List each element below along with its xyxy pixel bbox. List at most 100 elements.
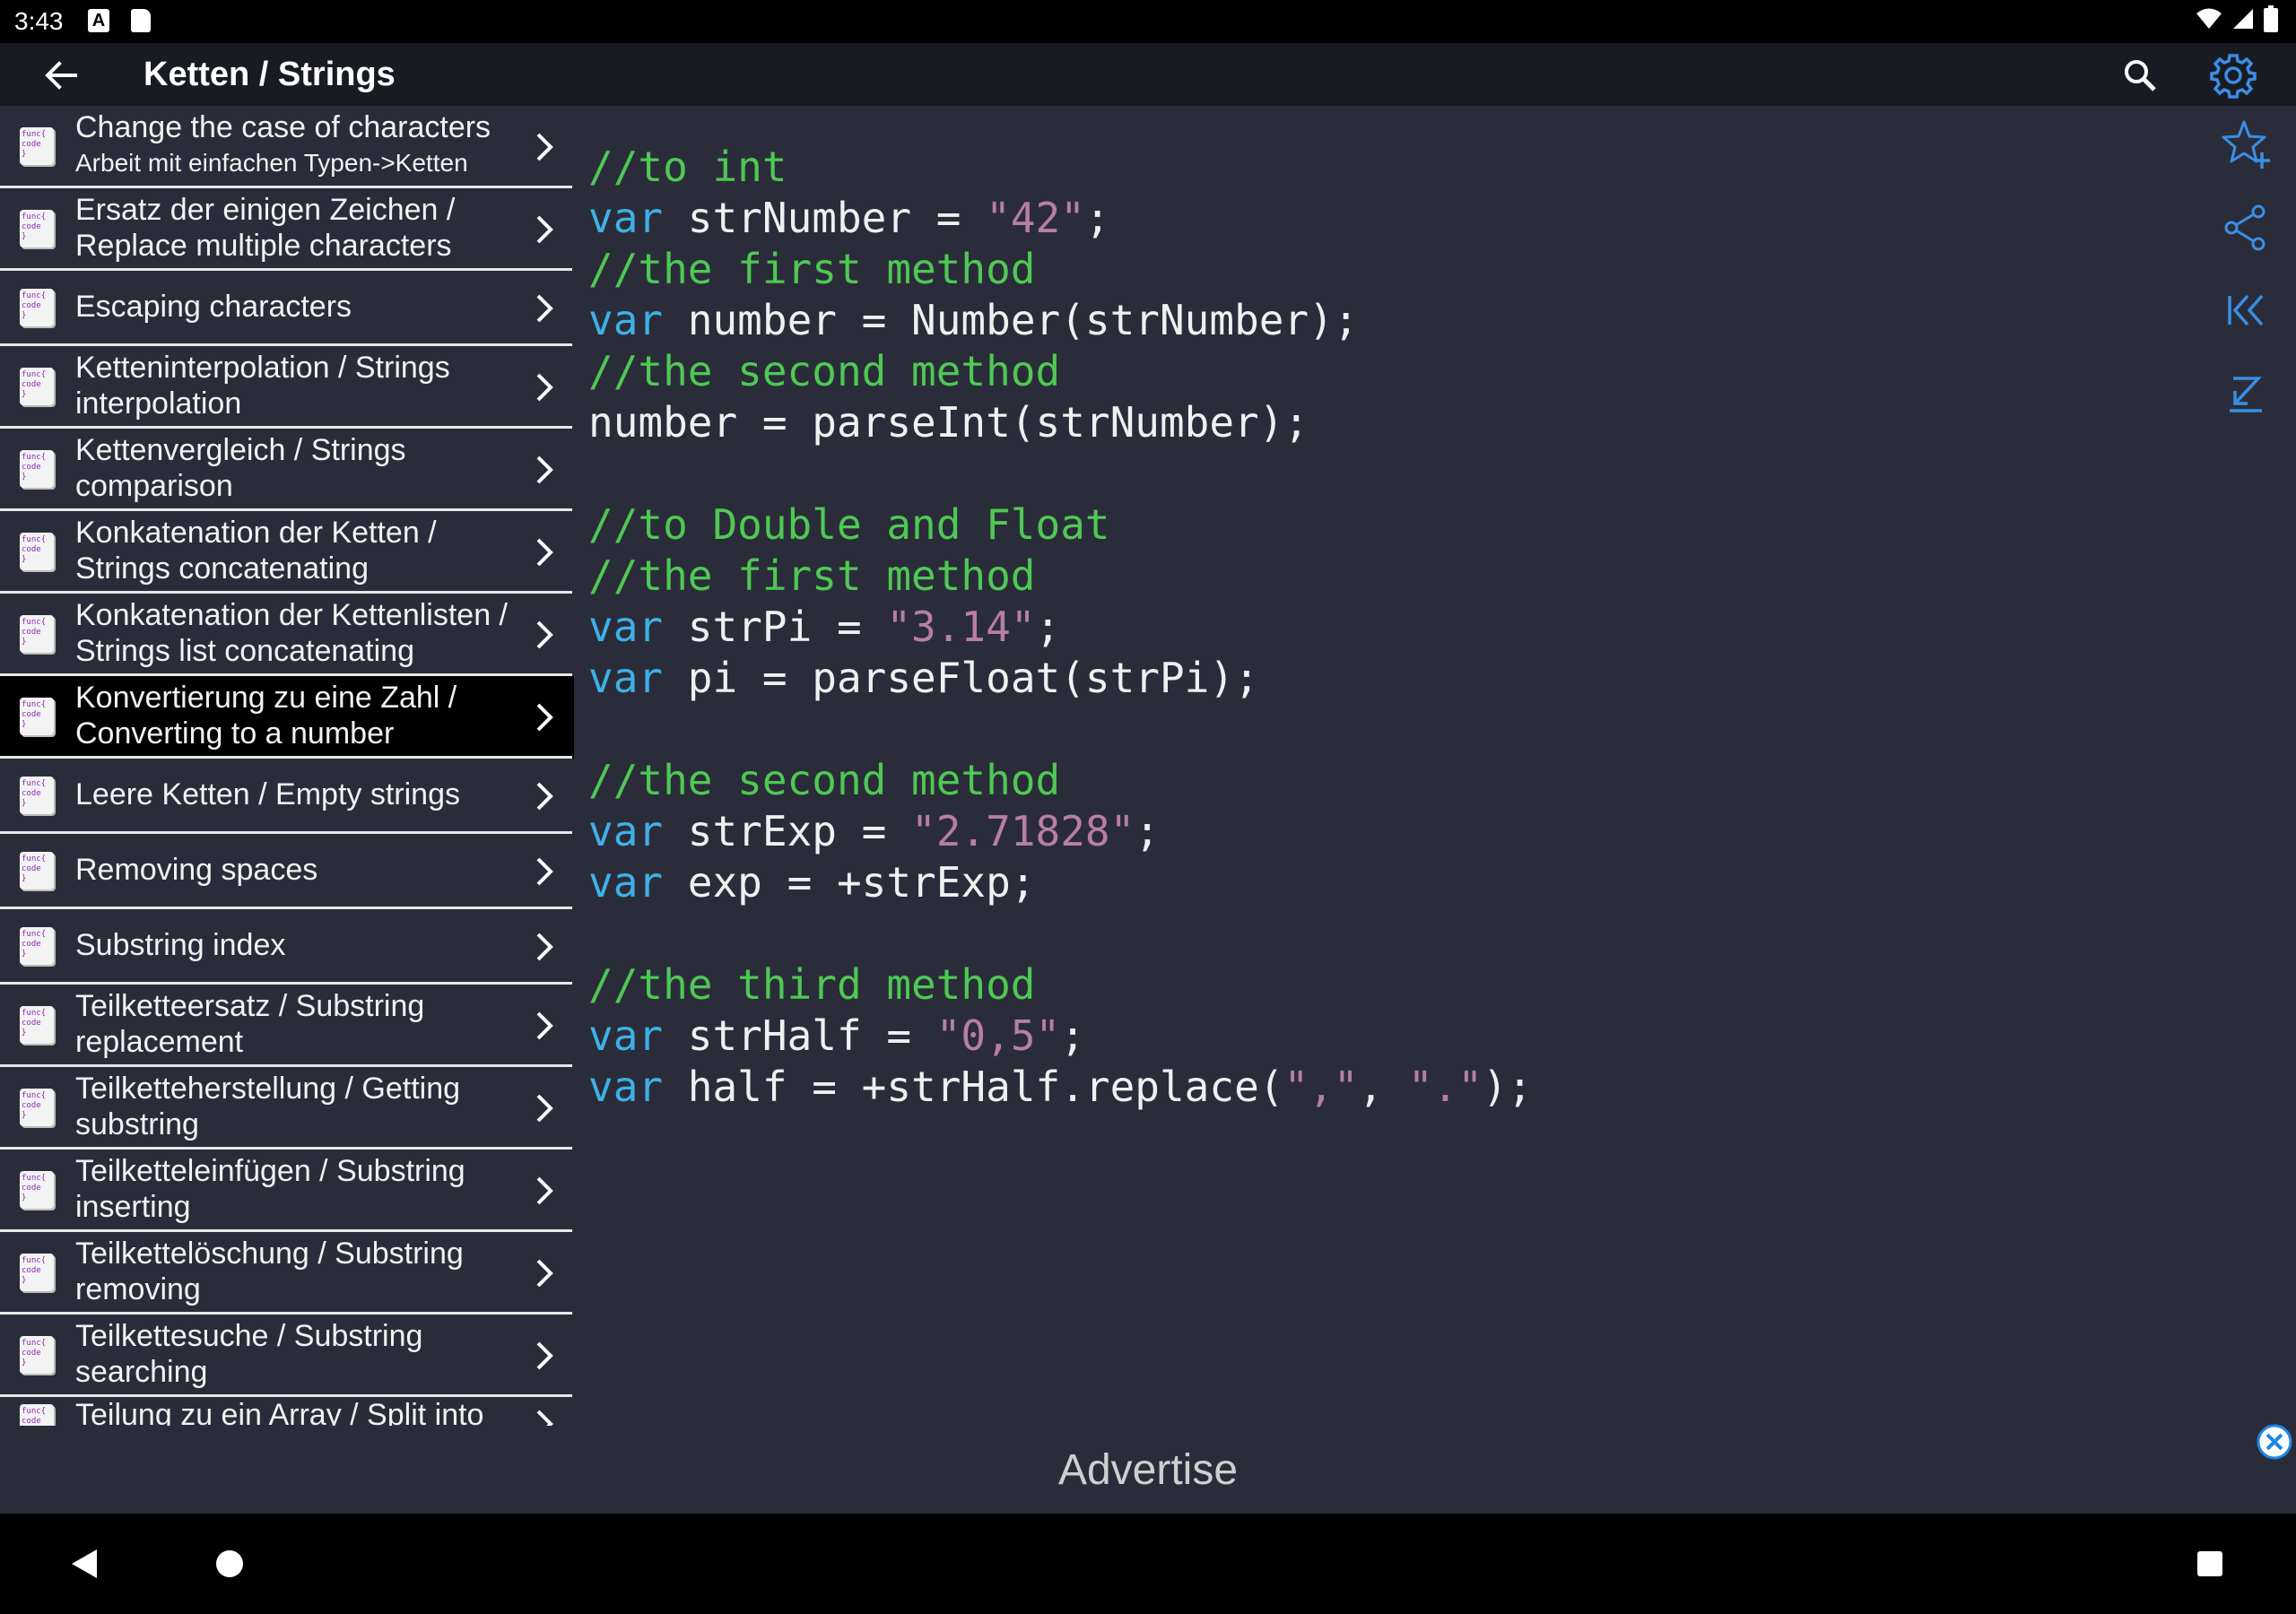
code-file-icon-text: func{: [22, 1407, 47, 1416]
share-icon[interactable]: [2217, 199, 2274, 256]
code-token: ".": [1407, 1063, 1483, 1111]
code-token: "0,5": [935, 1011, 1061, 1060]
code-token: ,: [1358, 1063, 1408, 1111]
code-token: "3.14": [886, 603, 1036, 651]
code-line: var half = +strHalf.replace(",", ".");: [588, 1062, 1532, 1113]
code-file-icon-text: code: [22, 222, 41, 231]
list-item[interactable]: func{code} Teilkettesuche / Substring sea…: [0, 1315, 574, 1397]
chevron-right-icon: [536, 857, 553, 886]
list-item[interactable]: func{code} Teilketteersatz / Substring re…: [0, 985, 574, 1067]
chevron-right-icon: [536, 133, 553, 161]
code-file-icon-text: code: [22, 545, 41, 554]
chevron-right-icon: [536, 933, 553, 961]
list-item-text: Leere Ketten / Empty strings: [75, 777, 520, 812]
a-icon: A: [88, 9, 109, 32]
list-item-text: Kettenvergleich / Strings comparison: [75, 432, 520, 504]
list-item[interactable]: func{code} Ketteninterpolation / Strings …: [0, 346, 574, 429]
list-item-title: Ersatz der einigen Zeichen / Replace mul…: [75, 193, 456, 263]
code-token: //to Double and Float: [588, 500, 1110, 549]
list-item-title: Teilketteersatz / Substring replacement: [75, 989, 425, 1059]
nav-home-icon[interactable]: [208, 1542, 251, 1585]
code-file-icon-text: code: [22, 1184, 41, 1193]
code-file-icon-text: func{: [22, 855, 47, 863]
list-item[interactable]: func{code} Konvertierung zu eine Zahl / C…: [0, 676, 574, 759]
code-token: strExp =: [663, 807, 912, 855]
gear-icon[interactable]: [2208, 50, 2258, 100]
code-file-icon-text: func{: [22, 370, 47, 379]
close-ad-icon[interactable]: [2257, 1424, 2292, 1460]
star-add-icon[interactable]: [2217, 117, 2274, 174]
list-item-text: Teilkettesuche / Substring searching: [75, 1318, 520, 1390]
code-token: number = Number(strNumber);: [663, 296, 1359, 344]
code-file-icon-text: }: [22, 1028, 27, 1037]
list-item-text: Konkatenation der Kettenlisten / Strings…: [75, 597, 520, 669]
code-file-icon-text: }: [22, 390, 27, 399]
list-item[interactable]: func{code} Ersatz der einigen Zeichen / R…: [0, 188, 574, 271]
code-token: //to int: [588, 143, 787, 191]
code-token: //the third method: [588, 960, 1036, 1009]
list-item[interactable]: func{code} Teilketteleinfügen / Substring…: [0, 1150, 574, 1232]
chevron-right-icon: [536, 1094, 553, 1123]
code-token: half = +strHalf.replace(: [663, 1063, 1284, 1111]
code-token: var: [588, 1063, 664, 1111]
code-token: ;: [1035, 603, 1061, 651]
code-file-icon-text: func{: [22, 930, 47, 939]
code-token: //the second method: [588, 347, 1061, 395]
code-file-icon: func{code}: [20, 698, 54, 735]
code-file-icon: func{code}: [20, 1254, 54, 1291]
code-file-icon-text: }: [22, 150, 27, 159]
code-file-icon: func{code}: [20, 927, 54, 965]
back-arrow-icon[interactable]: [39, 54, 83, 97]
list-item-text: Teilung zu ein Array / Split into an: [75, 1397, 520, 1426]
nav-recents-icon[interactable]: [2188, 1542, 2231, 1585]
list-item-subtitle: Arbeit mit einfachen Typen->Ketten: [75, 149, 468, 177]
code-view: //to int var strNumber = "42";//the first…: [588, 142, 1532, 1113]
list-item[interactable]: func{code} Teilketteherstellung / Getting…: [0, 1067, 574, 1150]
list-item[interactable]: func{code} Konkatenation der Kettenlisten…: [0, 594, 574, 676]
code-file-icon-text: func{: [22, 453, 47, 462]
code-file-icon: func{code}: [20, 615, 54, 653]
list-item-text: Ketteninterpolation / Strings interpolat…: [75, 350, 520, 421]
code-file-icon-text: code: [22, 1417, 41, 1426]
code-file-icon-text: code: [22, 301, 41, 310]
code-file-icon-text: }: [22, 473, 27, 482]
search-icon[interactable]: [2118, 54, 2161, 97]
list-item[interactable]: func{code} Kettenvergleich / Strings comp…: [0, 429, 574, 511]
code-file-icon-text: func{: [22, 700, 47, 709]
chevron-right-icon: [536, 294, 553, 323]
code-line: var strHalf = "0,5";: [588, 1011, 1532, 1062]
code-file-icon-text: func{: [22, 779, 47, 788]
chevron-right-icon: [536, 215, 553, 244]
list-item[interactable]: func{code} Escaping characters: [0, 271, 574, 346]
code-file-icon-text: code: [22, 1266, 41, 1275]
code-line: //to int: [588, 142, 1532, 193]
list-item[interactable]: func{code} Teilkettelöschung / Substring …: [0, 1232, 574, 1315]
list-item-title: Konkatenation der Kettenlisten / Strings…: [75, 598, 508, 668]
code-line: //the second method: [588, 755, 1532, 806]
code-token: //the first method: [588, 551, 1036, 600]
code-file-icon-text: }: [22, 638, 27, 646]
list-item-text: Substring index: [75, 927, 520, 963]
code-token: ;: [1060, 1011, 1085, 1060]
list-item-text: Konkatenation der Ketten / Strings conca…: [75, 515, 520, 586]
list-item-title: Teilung zu ein Array / Split into an: [75, 1398, 484, 1426]
code-file-icon-text: }: [22, 1111, 27, 1120]
list-item[interactable]: func{code} Change the case of characters A…: [0, 106, 574, 188]
list-item-text: Teilketteersatz / Substring replacement: [75, 988, 520, 1060]
list-item[interactable]: func{code} Teilung zu ein Array / Split i…: [0, 1397, 574, 1426]
ad-banner[interactable]: Advertise: [0, 1426, 2296, 1514]
list-item[interactable]: func{code} Removing spaces: [0, 834, 574, 909]
chevron-right-icon: [536, 1410, 553, 1426]
code-token: exp = +strExp;: [663, 858, 1036, 907]
list-item[interactable]: func{code} Leere Ketten / Empty strings: [0, 759, 574, 834]
list-item[interactable]: func{code} Konkatenation der Ketten / Str…: [0, 511, 574, 594]
list-item[interactable]: func{code} Substring index: [0, 909, 574, 985]
nav-back-icon[interactable]: [63, 1542, 106, 1585]
code-file-icon-text: code: [22, 710, 41, 719]
list-item-text: Teilketteherstellung / Getting substring: [75, 1071, 520, 1142]
code-file-icon-text: }: [22, 555, 27, 564]
first-page-icon[interactable]: [2217, 282, 2274, 339]
code-token: var: [588, 807, 664, 855]
scroll-bottom-icon[interactable]: [2217, 364, 2274, 421]
